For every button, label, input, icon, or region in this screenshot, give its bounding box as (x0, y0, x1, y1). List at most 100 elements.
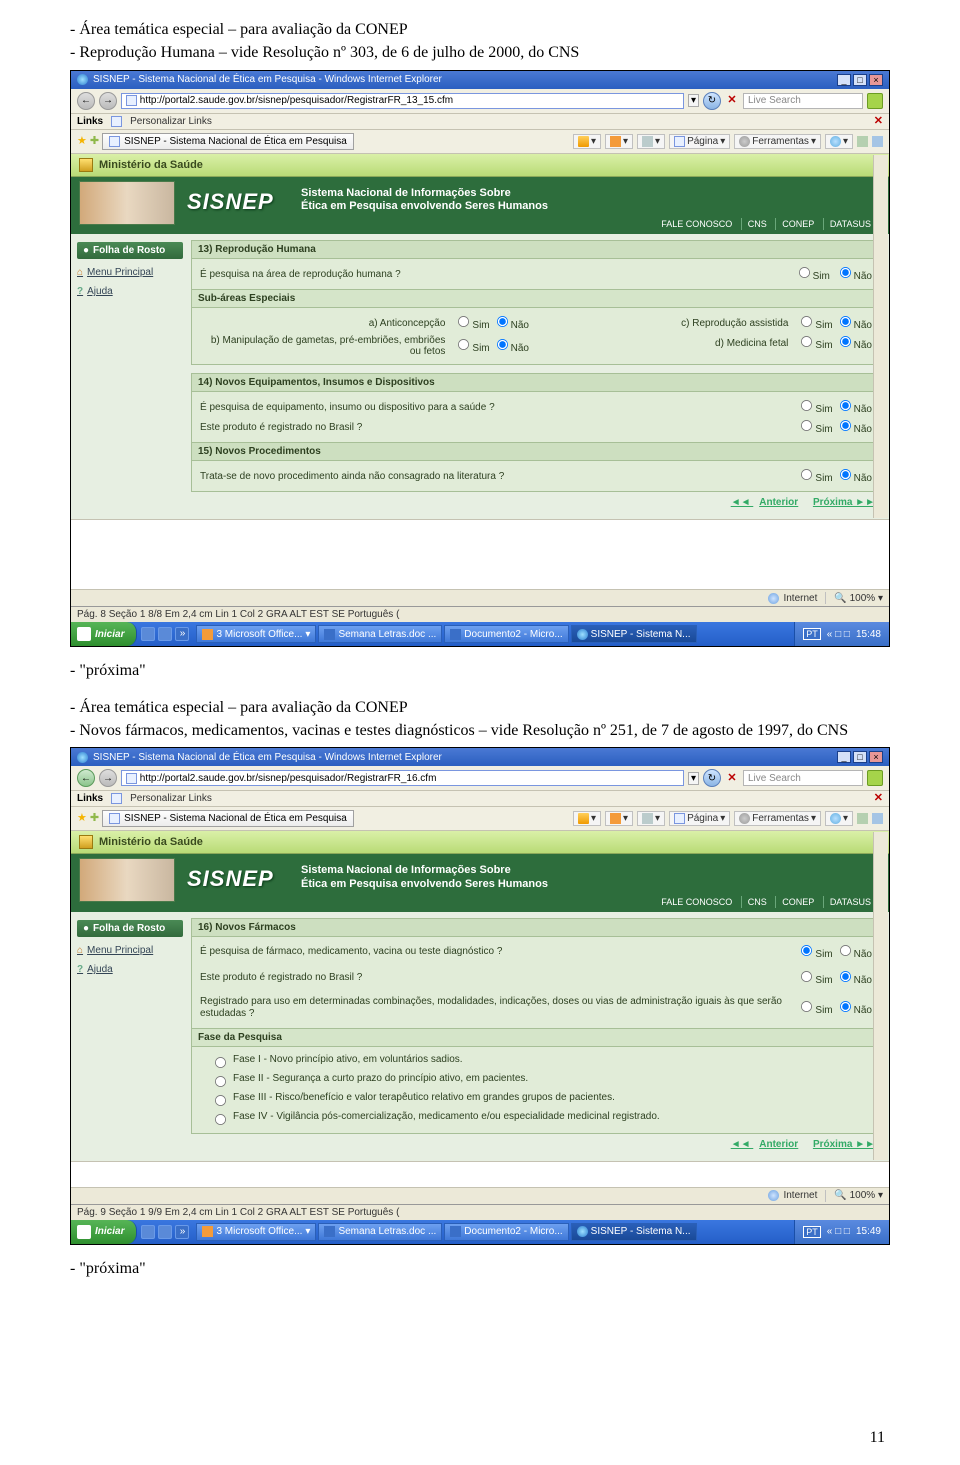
radio-sim[interactable] (801, 469, 812, 480)
minimize-button[interactable]: _ (837, 751, 851, 763)
menu-datasus[interactable]: DATASUS (823, 896, 877, 908)
radio-nao[interactable] (840, 316, 851, 327)
vertical-scrollbar[interactable] (873, 832, 888, 1160)
tools-menu[interactable]: Ferramentas ▾ (734, 811, 821, 826)
menu-cns[interactable]: CNS (741, 896, 773, 908)
task-doc2[interactable]: Documento2 - Micro... (444, 625, 568, 643)
back-button[interactable]: ← (77, 92, 95, 110)
task-semana[interactable]: Semana Letras.doc ... (318, 625, 442, 643)
radio-sim[interactable] (458, 316, 469, 327)
proxima-link[interactable]: Próxima ►► (807, 1139, 875, 1150)
radio-nao[interactable] (840, 945, 851, 956)
proxima-link[interactable]: Próxima ►► (807, 497, 875, 508)
favorites-icon[interactable]: ★ (77, 136, 87, 147)
close-bar-button[interactable]: ✕ (874, 116, 883, 127)
radio-nao[interactable] (497, 316, 508, 327)
radio-fase3[interactable] (215, 1095, 226, 1106)
research-icon[interactable] (857, 813, 868, 824)
radio-sim[interactable] (801, 945, 812, 956)
ql-ie[interactable] (141, 627, 155, 641)
lang-indicator[interactable]: PT (803, 1226, 821, 1238)
menu-conep[interactable]: CONEP (775, 218, 820, 230)
ajuda-link[interactable]: ?Ajuda (77, 286, 183, 297)
radio-fase2[interactable] (215, 1076, 226, 1087)
search-go-button[interactable] (867, 770, 883, 786)
ajuda-link[interactable]: ?Ajuda (77, 964, 183, 975)
anterior-link[interactable]: ◄◄ Anterior (731, 497, 798, 508)
radio-fase1[interactable] (215, 1057, 226, 1068)
radio-sim[interactable] (801, 336, 812, 347)
radio-sim[interactable] (801, 420, 812, 431)
links-item[interactable]: Personalizar Links (130, 793, 212, 804)
add-fav-icon[interactable]: ✚ (90, 813, 99, 824)
radio-sim[interactable] (458, 339, 469, 350)
radio-nao[interactable] (497, 339, 508, 350)
research-icon[interactable] (857, 136, 868, 147)
stop-button[interactable]: ✕ (725, 95, 739, 106)
close-button[interactable]: × (869, 751, 883, 763)
menu-datasus[interactable]: DATASUS (823, 218, 877, 230)
home-button[interactable]: ▾ (573, 134, 601, 149)
task-office[interactable]: 3 Microsoft Office... ▾ (196, 1223, 316, 1241)
help-button[interactable]: ▾ (825, 811, 853, 826)
radio-nao[interactable] (840, 336, 851, 347)
browser-tab[interactable]: SISNEP - Sistema Nacional de Ética em Pe… (102, 133, 354, 150)
close-bar-button[interactable]: ✕ (874, 793, 883, 804)
folha-de-rosto[interactable]: ● Folha de Rosto (77, 242, 183, 259)
anterior-link[interactable]: ◄◄ Anterior (731, 1139, 798, 1150)
ql-desktop[interactable] (158, 627, 172, 641)
home-button[interactable]: ▾ (573, 811, 601, 826)
ql-more[interactable]: » (175, 1225, 189, 1239)
task-sisnep[interactable]: SISNEP - Sistema N... (571, 1223, 697, 1241)
refresh-button[interactable]: ↻ (703, 769, 721, 787)
tray-icons[interactable]: « □ □ (827, 1226, 850, 1237)
add-fav-icon[interactable]: ✚ (90, 136, 99, 147)
radio-nao[interactable] (840, 420, 851, 431)
task-sisnep[interactable]: SISNEP - Sistema N... (571, 625, 697, 643)
minimize-button[interactable]: _ (837, 74, 851, 86)
stop-button[interactable]: ✕ (725, 773, 739, 784)
maximize-button[interactable]: □ (853, 751, 867, 763)
radio-sim[interactable] (801, 400, 812, 411)
tools-menu[interactable]: Ferramentas ▾ (734, 134, 821, 149)
vertical-scrollbar[interactable] (873, 155, 888, 519)
radio-nao[interactable] (840, 469, 851, 480)
radio-nao[interactable] (840, 1001, 851, 1012)
menu-fale[interactable]: FALE CONOSCO (655, 896, 738, 908)
task-semana[interactable]: Semana Letras.doc ... (318, 1223, 442, 1241)
close-button[interactable]: × (869, 74, 883, 86)
tray-icons[interactable]: « □ □ (827, 629, 850, 640)
zoom-label[interactable]: 🔍 100% ▾ (834, 1190, 883, 1201)
radio-sim[interactable] (799, 267, 810, 278)
task-doc2[interactable]: Documento2 - Micro... (444, 1223, 568, 1241)
help-button[interactable]: ▾ (825, 134, 853, 149)
address-bar[interactable]: http://portal2.saude.gov.br/sisnep/pesqu… (121, 93, 684, 109)
menu-principal-link[interactable]: ⌂Menu Principal (77, 945, 183, 956)
ql-desktop[interactable] (158, 1225, 172, 1239)
ql-more[interactable]: » (175, 627, 189, 641)
back-button[interactable]: ← (77, 769, 95, 787)
search-box[interactable]: Live Search (743, 770, 863, 786)
radio-sim[interactable] (801, 316, 812, 327)
radio-nao[interactable] (840, 400, 851, 411)
search-box[interactable]: Live Search (743, 93, 863, 109)
radio-fase4[interactable] (215, 1114, 226, 1125)
messenger-icon[interactable] (872, 136, 883, 147)
folha-de-rosto[interactable]: ● Folha de Rosto (77, 920, 183, 937)
radio-sim[interactable] (801, 971, 812, 982)
zoom-label[interactable]: 🔍 100% ▾ (834, 593, 883, 604)
lang-indicator[interactable]: PT (803, 628, 821, 640)
menu-conep[interactable]: CONEP (775, 896, 820, 908)
search-go-button[interactable] (867, 93, 883, 109)
page-menu[interactable]: Página ▾ (669, 134, 730, 149)
menu-principal-link[interactable]: ⌂Menu Principal (77, 267, 183, 278)
start-button[interactable]: Iniciar (71, 622, 137, 646)
browser-tab[interactable]: SISNEP - Sistema Nacional de Ética em Pe… (102, 810, 354, 827)
menu-fale[interactable]: FALE CONOSCO (655, 218, 738, 230)
start-button[interactable]: Iniciar (71, 1220, 137, 1244)
messenger-icon[interactable] (872, 813, 883, 824)
refresh-button[interactable]: ↻ (703, 92, 721, 110)
links-item[interactable]: Personalizar Links (130, 116, 212, 127)
forward-button[interactable]: → (99, 92, 117, 110)
page-menu[interactable]: Página ▾ (669, 811, 730, 826)
